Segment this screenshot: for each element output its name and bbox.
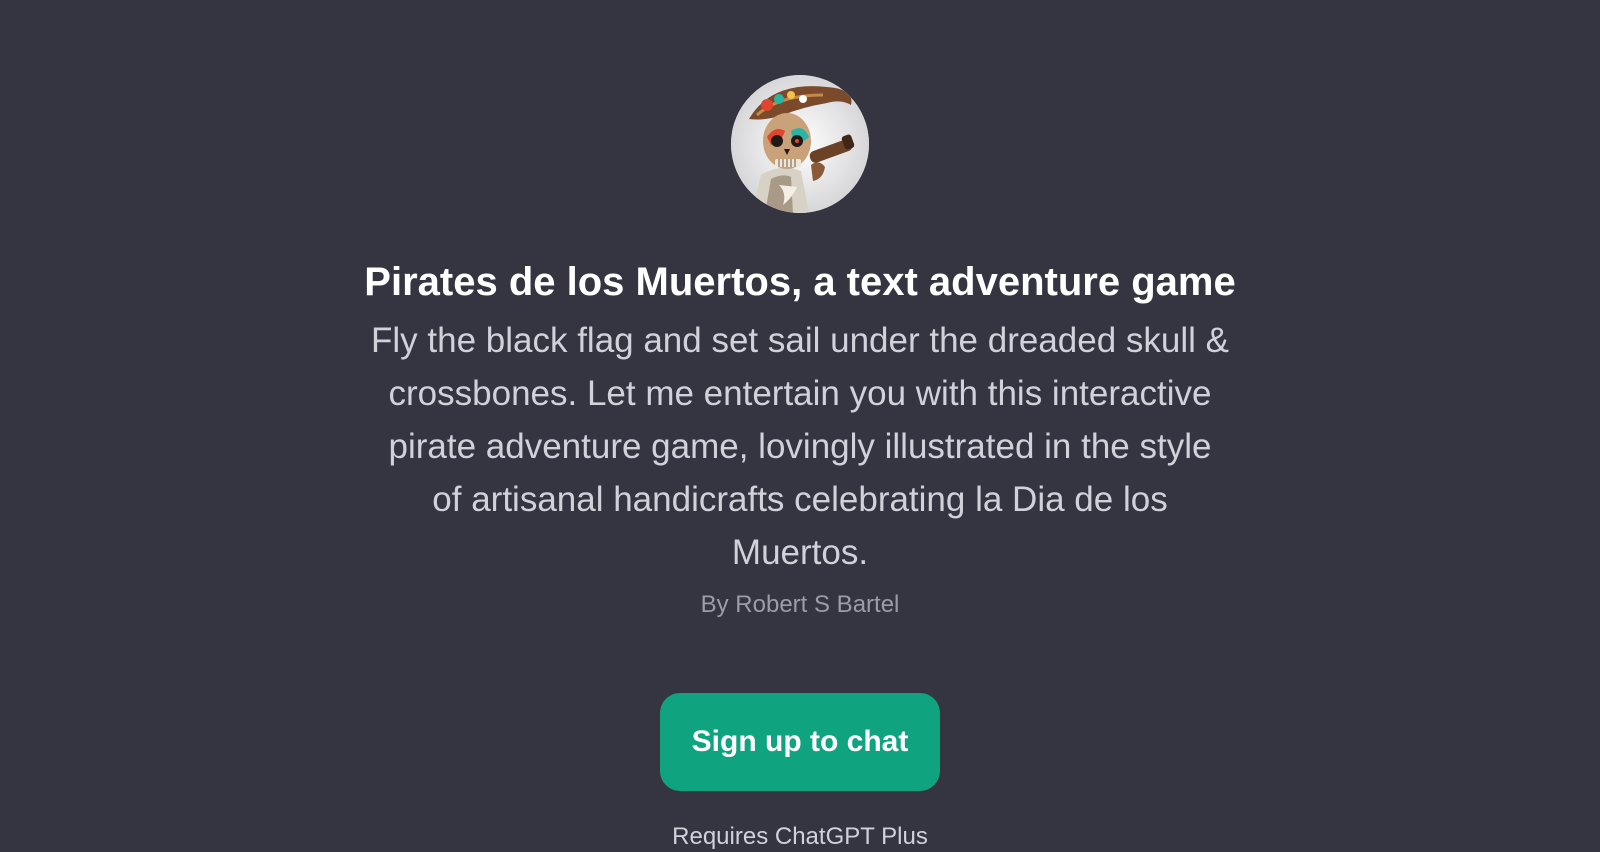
sign-up-to-chat-button[interactable]: Sign up to chat — [660, 693, 940, 791]
plus-requirement-note: Requires ChatGPT Plus — [672, 823, 928, 850]
gpt-landing-page: Pirates de los Muertos, a text adventure… — [0, 0, 1600, 850]
gpt-description: Fly the black flag and set sail under th… — [371, 321, 1229, 572]
gpt-title: Pirates de los Muertos, a text adventure… — [364, 260, 1236, 304]
gpt-avatar — [731, 75, 869, 213]
skull-pirate-avatar-icon — [731, 75, 869, 213]
gpt-author: By Robert S Bartel — [700, 591, 900, 618]
